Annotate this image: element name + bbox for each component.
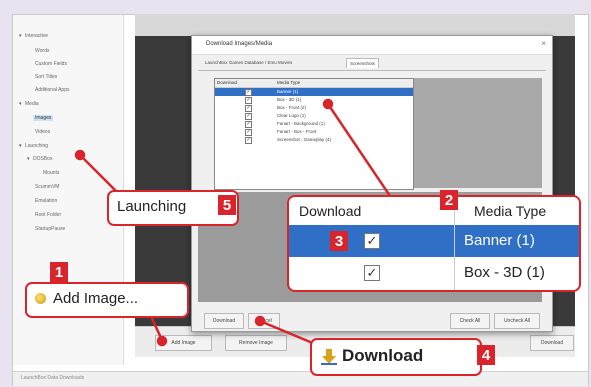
zoom-header: Download Media Type: [289, 197, 579, 225]
add-image-callout: Add Image...: [25, 282, 189, 318]
zoom-checkbox[interactable]: ✓: [364, 265, 380, 281]
image-icon: [35, 293, 46, 304]
download-callout: Download: [310, 338, 482, 376]
zoom-column-media-type: Media Type: [474, 203, 547, 219]
download-arrow-icon: [320, 348, 338, 366]
zoom-column-download: Download: [299, 203, 362, 219]
zoom-row[interactable]: ✓ Box - 3D (1): [289, 257, 579, 289]
add-image-callout-text: Add Image...: [53, 290, 139, 307]
download-callout-text: Download: [342, 346, 424, 365]
zoom-checkbox[interactable]: ✓: [364, 233, 380, 249]
launching-callout-text: Launching: [117, 198, 187, 215]
callout-badge-5: 5: [218, 195, 236, 215]
callout-badge-1: 1: [50, 262, 68, 282]
callout-badge-4: 4: [477, 345, 495, 365]
callout-badge-3: 3: [330, 231, 348, 251]
callout-badge-2: 2: [440, 190, 458, 210]
zoom-column-divider: [454, 197, 455, 290]
callout-lines: [74, 98, 392, 347]
